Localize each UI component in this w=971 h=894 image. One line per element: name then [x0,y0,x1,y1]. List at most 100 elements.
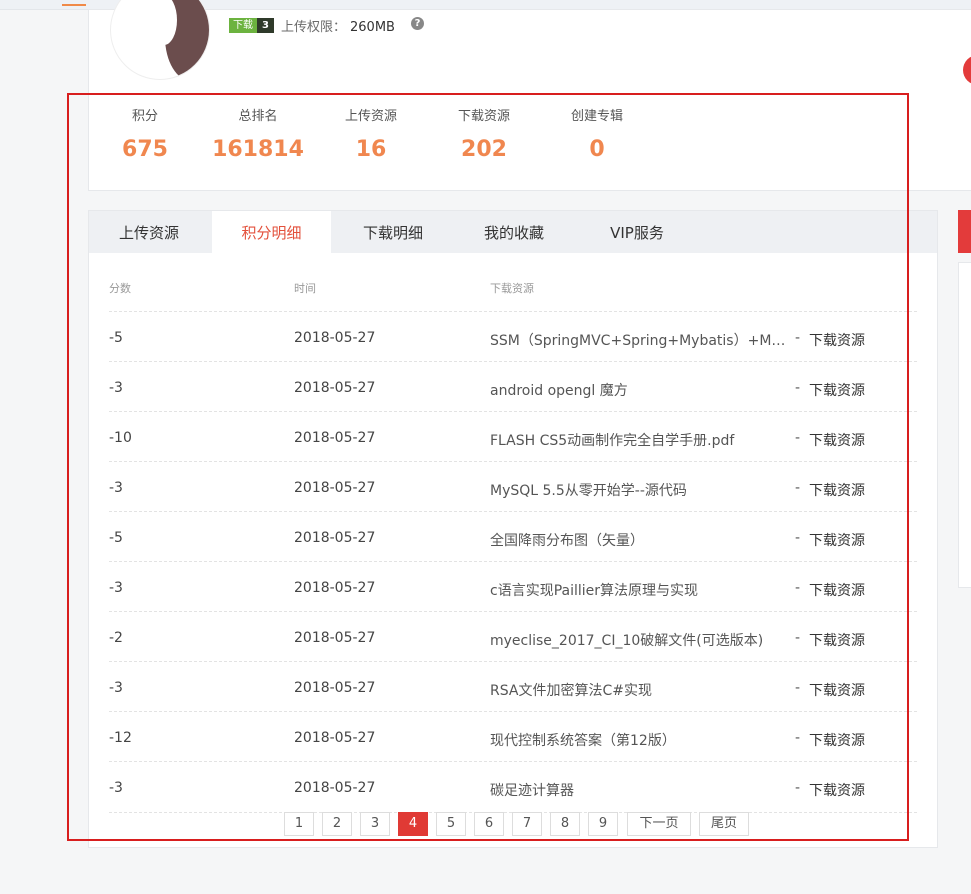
row-separator: - [795,480,801,496]
row-download-link[interactable]: 下载资源 [809,430,865,450]
row-date: 2018-05-27 [294,380,376,396]
page-button[interactable]: 6 [474,812,504,836]
page-button[interactable]: 8 [550,812,580,836]
side-panel [958,262,971,588]
row-download-link[interactable]: 下载资源 [809,380,865,400]
stat-label: 积分 [131,109,158,124]
row-score: -3 [109,680,123,696]
stat-uploads[interactable]: 上传资源 16 [336,107,406,163]
row-download-link[interactable]: 下载资源 [809,680,865,700]
profile-card [88,9,971,191]
badge-level: 3 [257,18,274,33]
stat-label: 创建专辑 [570,109,623,124]
row-separator: - [795,380,801,396]
side-panel-header [958,210,971,253]
row-date: 2018-05-27 [294,680,376,696]
row-date: 2018-05-27 [294,430,376,446]
stat-value: 161814 [212,137,304,162]
page-button[interactable]: 9 [588,812,618,836]
download-level-badge: 下载 3 [229,18,274,33]
row-resource[interactable]: RSA文件加密算法C#实现 [490,680,788,700]
tab-points-detail[interactable]: 积分明细 [212,211,331,253]
column-header-time: 时间 [294,282,316,295]
tab-vip-service[interactable]: VIP服务 [587,211,687,253]
stat-label: 总排名 [238,109,278,124]
row-resource[interactable]: myeclise_2017_CI_10破解文件(可选版本) [490,630,788,650]
tab-upload-resources[interactable]: 上传资源 [99,211,199,253]
table-row: -12 2018-05-27 现代控制系统答案（第12版） - 下载资源 [109,711,917,762]
row-date: 2018-05-27 [294,780,376,796]
question-circle-icon[interactable]: ? [411,17,424,30]
row-download-link[interactable]: 下载资源 [809,480,865,500]
nav-underline [62,0,86,6]
row-resource[interactable]: c语言实现Paillier算法原理与实现 [490,580,788,600]
table-row: -5 2018-05-27 全国降雨分布图（矢量） - 下载资源 [109,511,917,562]
page-button-current[interactable]: 4 [398,812,428,836]
upload-limit-value: 260MB [350,20,395,35]
row-score: -3 [109,580,123,596]
row-download-link[interactable]: 下载资源 [809,580,865,600]
stat-points: 积分 675 [110,107,180,163]
row-resource[interactable]: 碳足迹计算器 [490,780,788,800]
row-date: 2018-05-27 [294,580,376,596]
row-separator: - [795,780,801,796]
stat-albums[interactable]: 创建专辑 0 [562,107,632,163]
row-resource[interactable]: FLASH CS5动画制作完全自学手册.pdf [490,430,788,450]
row-score: -2 [109,630,123,646]
row-download-link[interactable]: 下载资源 [809,630,865,650]
row-download-link[interactable]: 下载资源 [809,730,865,750]
table-row: -3 2018-05-27 RSA文件加密算法C#实现 - 下载资源 [109,661,917,712]
row-separator: - [795,730,801,746]
stat-value: 16 [355,137,387,162]
row-score: -5 [109,330,123,346]
table-row: -3 2018-05-27 android opengl 魔方 - 下载资源 [109,361,917,412]
page-button[interactable]: 2 [322,812,352,836]
page-button[interactable]: 5 [436,812,466,836]
page-button[interactable]: 3 [360,812,390,836]
next-page-button[interactable]: 下一页 [627,812,691,836]
row-download-link[interactable]: 下载资源 [809,780,865,800]
stat-downloads[interactable]: 下载资源 202 [449,107,519,163]
row-date: 2018-05-27 [294,730,376,746]
tab-bar: 上传资源 积分明细 下载明细 我的收藏 VIP服务 [89,211,937,253]
table-row: -3 2018-05-27 碳足迹计算器 - 下载资源 [109,761,917,813]
row-separator: - [795,530,801,546]
upload-limit-label: 上传权限： [281,20,347,35]
stat-value: 675 [122,137,168,162]
row-separator: - [795,680,801,696]
row-score: -3 [109,480,123,496]
table-row: -2 2018-05-27 myeclise_2017_CI_10破解文件(可选… [109,611,917,662]
row-resource[interactable]: android opengl 魔方 [490,380,788,400]
page-button[interactable]: 7 [512,812,542,836]
row-separator: - [795,430,801,446]
tab-my-favorites[interactable]: 我的收藏 [464,211,564,253]
row-date: 2018-05-27 [294,630,376,646]
last-page-button[interactable]: 尾页 [699,812,749,836]
row-separator: - [795,330,801,346]
row-date: 2018-05-27 [294,330,376,346]
page-button[interactable]: 1 [284,812,314,836]
row-date: 2018-05-27 [294,480,376,496]
column-header-score: 分数 [109,282,131,295]
tab-download-detail[interactable]: 下载明细 [343,211,443,253]
row-score: -5 [109,530,123,546]
row-separator: - [795,630,801,646]
row-resource[interactable]: SSM（SpringMVC+Spring+Mybatis）+Ma... [490,330,788,350]
badge-text: 下载 [229,18,257,33]
table-row: -5 2018-05-27 SSM（SpringMVC+Spring+Mybat… [109,311,917,362]
row-download-link[interactable]: 下载资源 [809,330,865,350]
row-download-link[interactable]: 下载资源 [809,530,865,550]
upload-limit: 上传权限： 260MB [281,16,395,35]
row-score: -3 [109,780,123,796]
stat-value: 0 [589,137,605,162]
row-resource[interactable]: 现代控制系统答案（第12版） [490,730,788,750]
column-header-resource: 下载资源 [490,282,534,295]
row-score: -3 [109,380,123,396]
row-resource[interactable]: 全国降雨分布图（矢量） [490,530,788,550]
row-score: -10 [109,430,132,446]
row-separator: - [795,580,801,596]
table-row: -3 2018-05-27 MySQL 5.5从零开始学--源代码 - 下载资源 [109,461,917,512]
table-row: -10 2018-05-27 FLASH CS5动画制作完全自学手册.pdf -… [109,411,917,462]
row-resource[interactable]: MySQL 5.5从零开始学--源代码 [490,480,788,500]
stat-label: 上传资源 [344,109,397,124]
